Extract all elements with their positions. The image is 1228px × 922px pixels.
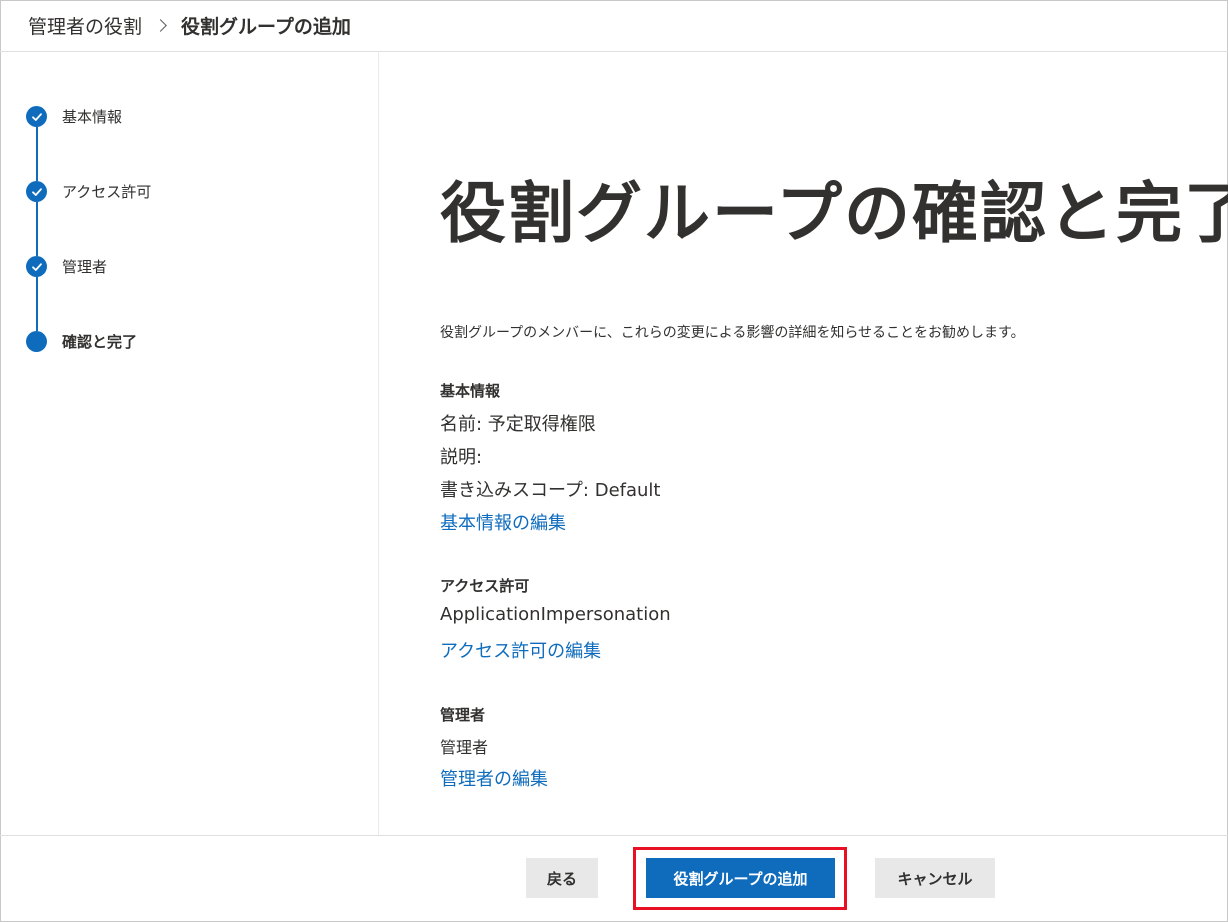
wizard-steps: 基本情報 アクセス許可 管理者 確認と完了 [0,52,379,835]
admins-value: 管理者 [440,738,489,757]
basic-write-scope-value: 書き込みスコープ: Default [440,480,661,501]
step-connector [36,277,38,331]
step-label: 確認と完了 [62,333,138,351]
breadcrumb: 管理者の役割 役割グループの追加 [0,0,1228,52]
step-admins[interactable]: 管理者 [26,256,107,277]
step-connector [36,127,38,181]
main-content: 役割グループの確認と完了 役割グループのメンバーに、これらの変更による影響の詳細… [440,52,1228,835]
step-basic-info[interactable]: 基本情報 [26,106,122,127]
permissions-value: ApplicationImpersonation [440,604,671,625]
cancel-button[interactable]: キャンセル [875,858,995,898]
section-heading-admins: 管理者 [440,706,486,724]
add-role-group-button[interactable]: 役割グループの追加 [646,858,835,898]
intro-text: 役割グループのメンバーに、これらの変更による影響の詳細を知らせることをお勧めしま… [440,325,1025,341]
basic-description-value: 説明: [440,447,483,468]
step-label: アクセス許可 [62,183,152,201]
step-connector [36,202,38,256]
check-icon [26,181,47,202]
section-heading-permissions: アクセス許可 [440,577,530,595]
basic-name-value: 名前: 予定取得権限 [440,414,596,435]
step-label: 基本情報 [62,108,123,126]
breadcrumb-root-link[interactable]: 管理者の役割 [28,12,142,39]
page-title: 役割グループの確認と完了 [440,175,1228,252]
footer-actions: 戻る 役割グループの追加 キャンセル [0,835,1228,922]
section-heading-basic: 基本情報 [440,382,501,400]
edit-basic-info-link[interactable]: 基本情報の編集 [440,509,566,535]
breadcrumb-current: 役割グループの追加 [181,16,351,38]
check-icon [26,256,47,277]
edit-admins-link[interactable]: 管理者の編集 [440,765,548,791]
step-label: 管理者 [62,258,108,276]
check-icon [26,106,47,127]
edit-permissions-link[interactable]: アクセス許可の編集 [440,637,601,663]
step-permissions[interactable]: アクセス許可 [26,181,151,202]
chevron-right-icon [154,19,167,32]
back-button[interactable]: 戻る [526,858,598,898]
current-step-dot-icon [26,331,47,352]
step-review-finish[interactable]: 確認と完了 [26,331,137,352]
